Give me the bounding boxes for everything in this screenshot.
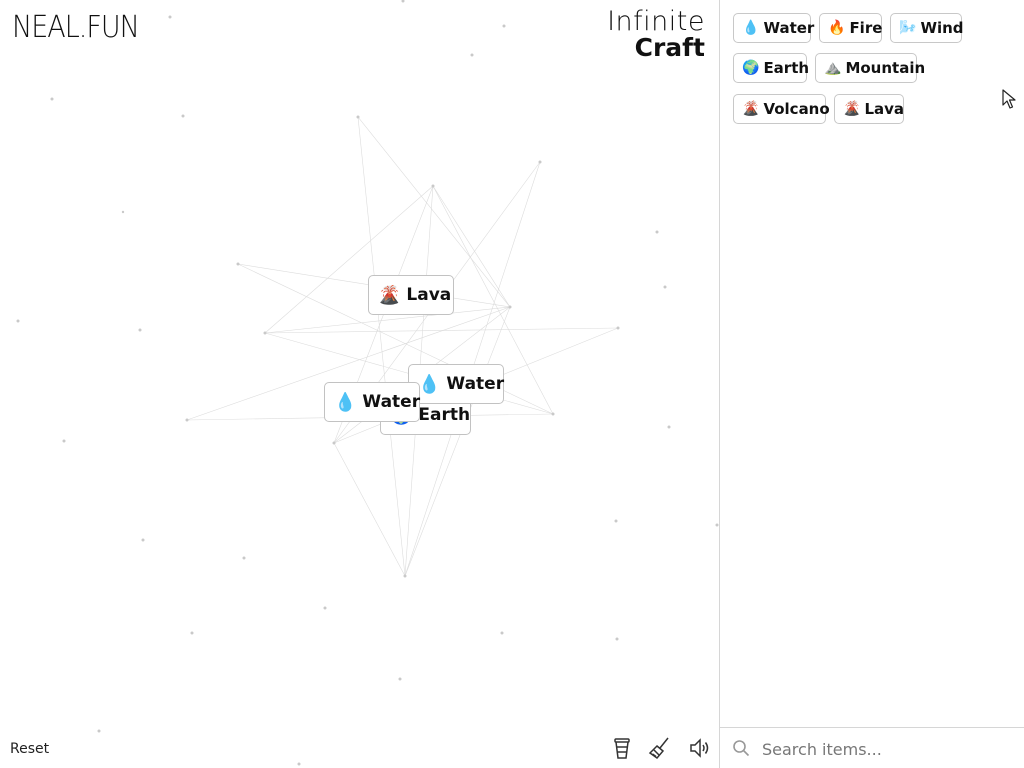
- item-label: Lava: [864, 100, 905, 118]
- item-label: Water: [763, 19, 815, 37]
- search-bar: [720, 727, 1024, 768]
- volcano-icon: 🌋: [378, 284, 401, 306]
- cup-icon[interactable]: [610, 736, 634, 760]
- droplet-icon: 💧: [334, 391, 357, 413]
- item-earth[interactable]: 🌍 Earth: [733, 53, 810, 83]
- broom-icon[interactable]: [648, 736, 672, 760]
- canvas-node[interactable]: 💧 Water: [324, 382, 420, 422]
- item-water[interactable]: 💧 Water: [733, 13, 815, 43]
- earth-icon: 🌍: [742, 60, 760, 76]
- item-wind[interactable]: 🌬️ Wind: [890, 13, 964, 43]
- droplet-icon: 💧: [418, 373, 441, 395]
- mouse-cursor-icon: [1002, 89, 1016, 113]
- item-lava[interactable]: 🌋 Lava: [834, 94, 904, 124]
- droplet-icon: 💧: [742, 20, 760, 36]
- canvas-node-label: Water: [446, 374, 505, 394]
- item-label: Volcano: [763, 100, 830, 118]
- canvas-node-label: Water: [362, 392, 421, 412]
- item-volcano[interactable]: 🌋 Volcano: [733, 94, 830, 124]
- item-label: Fire: [849, 19, 883, 37]
- search-input[interactable]: [760, 736, 1014, 762]
- item-mountain[interactable]: ⛰️ Mountain: [815, 53, 925, 83]
- fire-icon: 🔥: [828, 20, 846, 36]
- canvas-node-label: Lava: [406, 285, 452, 305]
- title-line-2: Craft: [634, 33, 705, 62]
- neal-fun-logo[interactable]: NEAL.FUN: [12, 10, 140, 45]
- canvas-node[interactable]: 💧 Water: [408, 364, 504, 404]
- volcano-icon: 🌋: [742, 101, 760, 117]
- item-label: Wind: [920, 19, 964, 37]
- item-fire[interactable]: 🔥 Fire: [819, 13, 882, 43]
- crafting-canvas[interactable]: NEAL.FUN Infinite Craft 🌍 Earth 🌋 Lava 💧…: [0, 0, 719, 768]
- item-label: Mountain: [845, 59, 926, 77]
- sidebar: 💧 Water 🔥 Fire 🌬️ Wind 🌍 Earth ⛰️ Mounta…: [719, 0, 1024, 768]
- canvas-node[interactable]: 🌋 Lava: [368, 275, 454, 315]
- sound-icon[interactable]: [688, 736, 712, 760]
- reset-button[interactable]: Reset: [10, 741, 49, 757]
- canvas-node-label: Earth: [418, 405, 471, 425]
- app-title: Infinite Craft: [607, 8, 705, 60]
- wind-icon: 🌬️: [899, 20, 917, 36]
- mountain-icon: ⛰️: [824, 60, 842, 76]
- item-label: Earth: [763, 59, 810, 77]
- volcano-icon: 🌋: [843, 101, 861, 117]
- title-line-1: Infinite: [607, 6, 705, 37]
- search-icon: [732, 739, 750, 761]
